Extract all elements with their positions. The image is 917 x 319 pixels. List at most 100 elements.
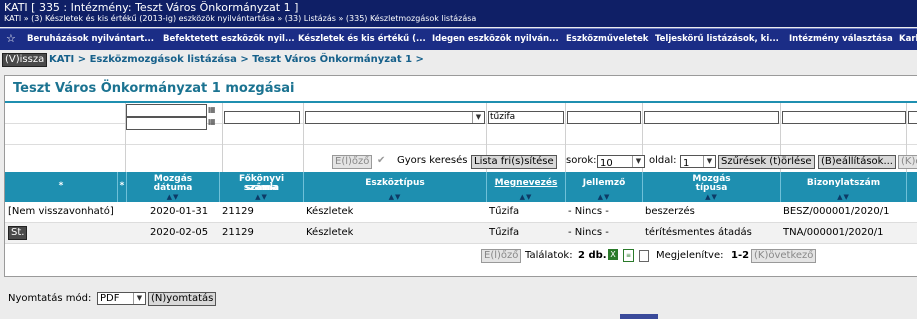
favorites-star-icon[interactable]: ☆	[6, 32, 16, 45]
pager-next-button[interactable]: (K)övetkező	[751, 249, 817, 263]
settings-button[interactable]: (B)eállítások...	[818, 155, 896, 169]
row-character: - Nincs -	[568, 227, 609, 238]
header-movement-type[interactable]: Mozgás típusa ▲▼	[643, 172, 781, 202]
movements-panel: Teszt Város Önkormányzat 1 mozgásai ▦ ▦ …	[4, 75, 917, 277]
row-voucher: BESZ/000001/2020/1	[783, 206, 890, 217]
row-character: - Nincs -	[568, 206, 609, 217]
results-label: Találatok:	[525, 250, 573, 261]
header-asset-type-label: Eszköztípus	[365, 178, 425, 188]
storno-button[interactable]: St.	[8, 226, 28, 240]
menu-item-karb[interactable]: Karb	[899, 34, 917, 44]
calendar-icon[interactable]: ▦	[208, 105, 217, 114]
row-movement-type: térítésmentes átadás	[645, 227, 752, 238]
menu-item-befektetett[interactable]: Befektetett eszközök nyil...	[163, 34, 295, 44]
checkmark-icon[interactable]: ✔	[377, 155, 385, 166]
table-row[interactable]: [Nem visszavonható] 2020-01-31 21129 Kés…	[5, 202, 917, 223]
sort-arrows-icon[interactable]: ▲▼	[304, 193, 486, 201]
row-asset-type: Készletek	[306, 206, 354, 217]
row-voucher: TNÁ/000001/2020/1	[783, 227, 884, 238]
header-extra	[907, 172, 917, 202]
sort-arrows-icon[interactable]: ▲▼	[781, 193, 906, 201]
header-star-col[interactable]: *	[118, 172, 127, 202]
header-description-label: Megnevezés	[494, 178, 558, 188]
menu-path: KATI » (3) Készletek és kis értékű (2013…	[4, 14, 477, 23]
refresh-list-button[interactable]: Lista fri(s)sítése	[471, 155, 557, 169]
row-asset-type: Készletek	[306, 227, 354, 238]
prev-button[interactable]: E(l)őző	[332, 155, 373, 169]
header-star: *	[119, 181, 125, 191]
sort-arrows-icon[interactable]: ▲▼	[127, 193, 219, 201]
back-button[interactable]: (V)issza	[2, 53, 48, 67]
asset-type-filter-select[interactable]: ▼	[305, 111, 485, 124]
calendar-icon[interactable]: ▦	[208, 117, 217, 126]
print-bar: Nyomtatás mód: PDF ▼ (N)yomtatás	[0, 290, 917, 308]
description-filter-input[interactable]: tűzifa	[488, 111, 564, 124]
character-filter-input[interactable]	[567, 111, 641, 124]
menu-item-keszletek[interactable]: Készletek és kis értékű (...	[298, 34, 426, 44]
header-character[interactable]: Jellemző ▲▼	[566, 172, 643, 202]
excel-export-icon[interactable]: X	[608, 249, 618, 260]
sort-arrows-icon[interactable]: ▲▼	[643, 193, 780, 201]
status-indicator	[620, 314, 658, 319]
chevron-down-icon: ▼	[133, 293, 145, 304]
sort-arrows-icon[interactable]: ▲▼	[220, 193, 303, 201]
date-from-input[interactable]	[126, 104, 207, 117]
row-date: 2020-02-05	[150, 227, 209, 238]
menu-item-intezmeny-valasztasa[interactable]: Intézmény választása	[789, 34, 893, 44]
print-mode-label: Nyomtatás mód:	[8, 293, 92, 304]
header-asset-type[interactable]: Eszköztípus ▲▼	[304, 172, 487, 202]
breadcrumb[interactable]: KATI > Eszközmozgások listázása > Teszt …	[49, 54, 424, 65]
header-character-label: Jellemző	[582, 178, 626, 188]
menu-item-teljeskoru[interactable]: Teljeskörű listázások, ki...	[655, 34, 779, 44]
movement-type-filter-input[interactable]	[644, 111, 779, 124]
header-account-line2: száma	[245, 183, 278, 193]
clear-filters-button[interactable]: Szűrések (t)örlése	[718, 155, 815, 169]
results-count: 2 db.	[578, 250, 607, 261]
row-status: [Nem visszavonható]	[8, 206, 114, 217]
sort-arrows-icon[interactable]: ▲▼	[566, 193, 642, 201]
csv-export-icon[interactable]: ≡	[623, 249, 634, 262]
header-account[interactable]: Főkönyvi számla száma ▲▼	[220, 172, 304, 202]
extra-filter-input[interactable]	[908, 111, 917, 124]
menu-item-idegen[interactable]: Idegen eszközök nyilván...	[432, 34, 559, 44]
shown-range: 1-2	[731, 250, 750, 261]
rows-per-page-select[interactable]: 10 ▼	[597, 155, 645, 169]
header-date[interactable]: Mozgás dátuma ▲▼	[127, 172, 220, 202]
row-movement-type: beszerzés	[645, 206, 695, 217]
pager-prev-button[interactable]: E(l)őző	[481, 249, 522, 263]
print-button[interactable]: (N)yomtatás	[148, 292, 217, 306]
row-description: Tűzifa	[489, 227, 520, 238]
account-filter-input[interactable]	[224, 111, 300, 124]
rows-label: sorok:	[566, 155, 597, 166]
date-to-input[interactable]	[126, 117, 207, 130]
header-date-line2: dátuma	[153, 183, 193, 193]
table-header: * * Mozgás dátuma ▲▼ Főkönyvi számla szá…	[5, 172, 917, 202]
main-menu: ☆ Beruházások nyilvántart... Befektetett…	[0, 28, 917, 50]
print-mode-value: PDF	[100, 293, 120, 304]
page-select[interactable]: 1 ▼	[680, 155, 716, 169]
next-button[interactable]: (K)ö	[898, 155, 917, 169]
header-voucher[interactable]: Bizonylatszám ▲▼	[781, 172, 907, 202]
header-voucher-label: Bizonylatszám	[806, 178, 881, 188]
row-account: 21129	[222, 227, 254, 238]
window-titlebar: KATI [ 335 : Intézmény: Teszt Város Önko…	[0, 0, 917, 27]
description-filter-value: tűzifa	[490, 112, 516, 122]
row-account: 21129	[222, 206, 254, 217]
row-description: Tűzifa	[489, 206, 520, 217]
chevron-down-icon: ▼	[703, 156, 715, 167]
voucher-filter-input[interactable]	[782, 111, 906, 124]
header-description[interactable]: Megnevezés ▲▼	[487, 172, 566, 202]
document-export-icon[interactable]	[639, 250, 649, 262]
page-label: oldal:	[649, 155, 677, 166]
page-value: 1	[683, 158, 690, 169]
pager: E(l)őző Találatok: 2 db. X ≡ Megjelenítv…	[5, 247, 917, 265]
menu-item-beruhazasok[interactable]: Beruházások nyilvántart...	[27, 34, 154, 44]
print-mode-select[interactable]: PDF ▼	[97, 292, 146, 305]
quick-search-label: Gyors keresés	[397, 155, 468, 166]
window-title: KATI [ 335 : Intézmény: Teszt Város Önko…	[4, 1, 299, 14]
header-star: *	[58, 181, 64, 191]
menu-item-eszkozmuveletek[interactable]: Eszközműveletek	[566, 34, 648, 44]
header-select-all[interactable]: *	[5, 172, 118, 202]
table-row[interactable]: St. 2020-02-05 21129 Készletek Tűzifa - …	[5, 223, 917, 244]
sort-arrows-icon[interactable]: ▲▼	[487, 193, 565, 201]
